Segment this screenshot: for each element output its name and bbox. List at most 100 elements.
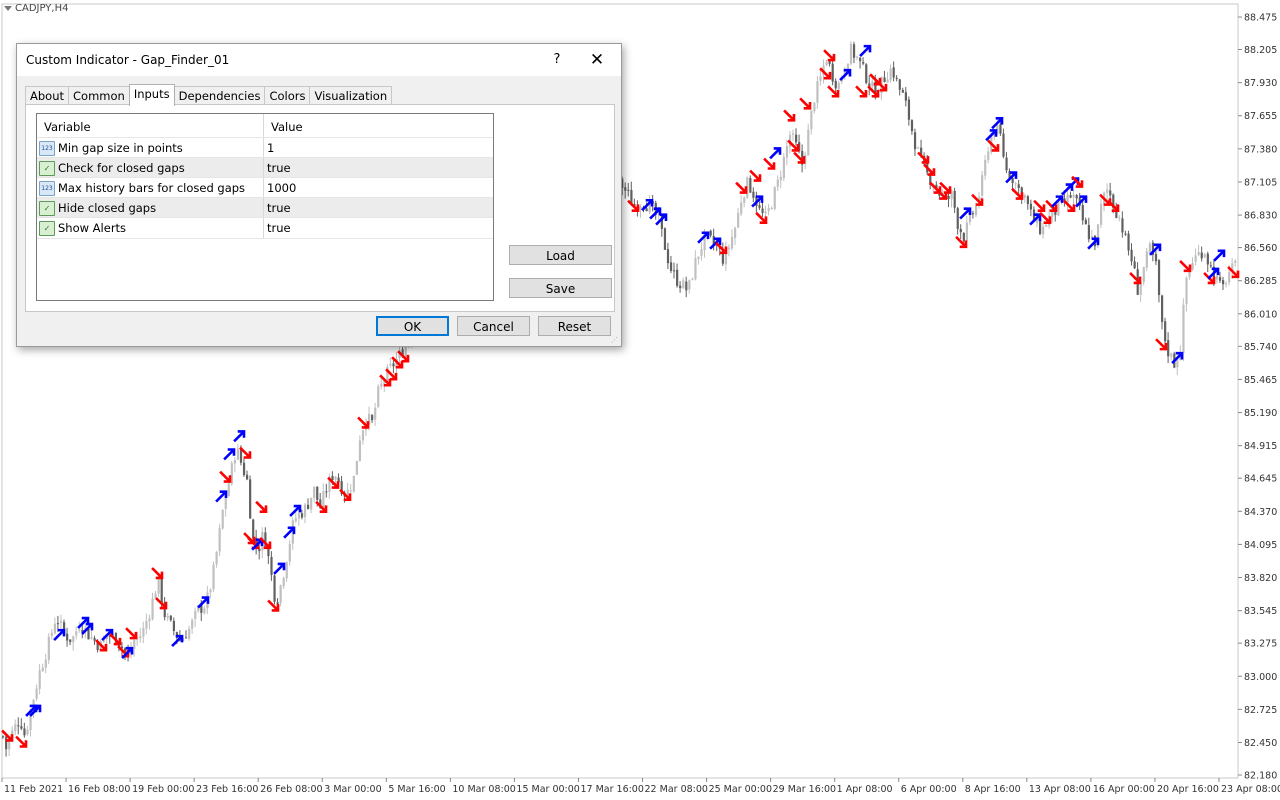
y-tick-label: 83.820 xyxy=(1244,573,1277,584)
x-tick-label: 11 Feb 2021 xyxy=(4,784,63,795)
table-row[interactable]: 123 Min gap size in points 1 xyxy=(37,137,493,158)
row-value[interactable]: 1000 xyxy=(267,181,296,195)
y-tick-label: 82.725 xyxy=(1244,705,1277,716)
candle-body xyxy=(764,211,767,214)
candle-body xyxy=(139,636,142,639)
row-value[interactable]: true xyxy=(267,201,291,215)
arrow-shape xyxy=(755,211,768,224)
arrow-shape xyxy=(273,562,286,575)
candle-body xyxy=(23,728,26,736)
x-tick-label: 25 Mar 00:00 xyxy=(709,784,772,795)
candle-body xyxy=(770,207,773,210)
variable-column-header[interactable]: Variable xyxy=(44,120,91,134)
candle-body xyxy=(1039,219,1042,234)
inputs-panel: Variable Value 123 Min gap size in point… xyxy=(25,104,615,312)
y-tick-label: 84.915 xyxy=(1244,441,1277,452)
candle-body xyxy=(41,667,44,672)
candle-body xyxy=(72,636,75,643)
candle-body xyxy=(1118,217,1121,219)
gap-down-arrow-icon xyxy=(715,241,728,255)
row-variable: Check for closed gaps xyxy=(58,161,185,175)
candle-body xyxy=(307,504,310,509)
x-tick-label: 3 Mar 00:00 xyxy=(324,784,381,795)
candle-body xyxy=(1176,360,1179,368)
candle-body xyxy=(169,615,172,621)
gap-down-arrow-icon xyxy=(819,67,832,80)
candle-body xyxy=(1075,195,1078,199)
table-row[interactable]: ✓ Hide closed gaps true xyxy=(37,197,493,218)
arrow-shape xyxy=(859,44,872,57)
candle-body xyxy=(913,132,917,150)
candle-body xyxy=(767,208,770,212)
candle-body xyxy=(1081,205,1084,221)
cancel-button[interactable]: Cancel xyxy=(457,316,530,336)
candle-body xyxy=(172,620,175,632)
arrow-shape xyxy=(971,193,984,206)
candle-body xyxy=(1228,272,1231,283)
candle-body xyxy=(331,476,334,480)
row-variable: Show Alerts xyxy=(58,221,127,235)
x-tick-label: 6 Apr 00:00 xyxy=(901,784,957,795)
tab-colors[interactable]: Colors xyxy=(264,86,311,105)
arrow-shape xyxy=(799,97,812,110)
table-row[interactable]: ✓ Show Alerts true xyxy=(37,217,493,239)
candle-body xyxy=(270,556,273,575)
arrow-shape xyxy=(1029,213,1042,226)
candle-body xyxy=(1042,226,1045,235)
candle-body xyxy=(865,64,868,83)
candle-body xyxy=(1167,340,1170,357)
candle-body xyxy=(5,736,8,750)
arrow-shape xyxy=(959,207,972,220)
tab-about[interactable]: About xyxy=(25,86,70,105)
gap-down-arrow-icon xyxy=(749,169,762,182)
arrow-shape xyxy=(715,241,728,255)
reset-button[interactable]: Reset xyxy=(538,316,611,336)
candle-body xyxy=(1234,260,1237,263)
candle-body xyxy=(38,670,41,689)
candle-body xyxy=(773,187,776,209)
gap-up-arrow-icon xyxy=(233,430,246,443)
row-value[interactable]: true xyxy=(267,161,291,175)
tab-visualization[interactable]: Visualization xyxy=(309,86,393,105)
candle-body xyxy=(249,479,252,519)
ok-button[interactable]: OK xyxy=(376,316,449,336)
row-value[interactable]: 1 xyxy=(267,141,274,155)
row-variable: Hide closed gaps xyxy=(58,201,157,215)
resize-grip-icon[interactable]: ⋰ xyxy=(611,336,619,344)
arrow-shape xyxy=(1179,260,1192,273)
candle-body xyxy=(807,129,810,156)
candle-body xyxy=(154,593,157,599)
row-value[interactable]: true xyxy=(267,221,291,235)
candle-body xyxy=(856,56,859,58)
save-button[interactable]: Save xyxy=(509,278,612,298)
dialog-titlebar[interactable]: Custom Indicator - Gap_Finder_01 ? ✕ xyxy=(17,44,621,76)
y-tick-label: 83.275 xyxy=(1244,639,1277,650)
candle-body xyxy=(700,249,703,256)
candle-body xyxy=(813,102,816,112)
candle-body xyxy=(910,120,914,132)
y-tick-label: 87.655 xyxy=(1244,111,1277,122)
candle-body xyxy=(1130,249,1133,262)
load-button[interactable]: Load xyxy=(509,245,612,265)
candle-body xyxy=(962,233,965,242)
tab-common[interactable]: Common xyxy=(68,86,130,105)
close-icon[interactable]: ✕ xyxy=(585,48,609,72)
arrow-shape xyxy=(15,735,28,748)
y-tick-label: 84.095 xyxy=(1244,540,1277,551)
table-row[interactable]: ✓ Check for closed gaps true xyxy=(37,157,493,178)
value-column-header[interactable]: Value xyxy=(271,120,303,134)
candle-body xyxy=(294,518,297,521)
candle-body xyxy=(1023,195,1026,198)
candle-body xyxy=(1185,277,1188,304)
candle-body xyxy=(194,610,197,619)
tab-dependencies[interactable]: Dependencies xyxy=(173,86,266,105)
candle-body xyxy=(1100,203,1103,225)
table-row[interactable]: 123 Max history bars for closed gaps 100… xyxy=(37,177,493,198)
candle-body xyxy=(959,228,962,233)
help-button[interactable]: ? xyxy=(545,48,569,72)
candle-body xyxy=(236,448,240,460)
tab-bar: About Common Inputs Dependencies Colors … xyxy=(25,84,393,106)
tab-inputs[interactable]: Inputs xyxy=(128,84,175,106)
gap-down-arrow-icon xyxy=(971,193,984,206)
gap-up-arrow-icon xyxy=(1029,213,1042,226)
